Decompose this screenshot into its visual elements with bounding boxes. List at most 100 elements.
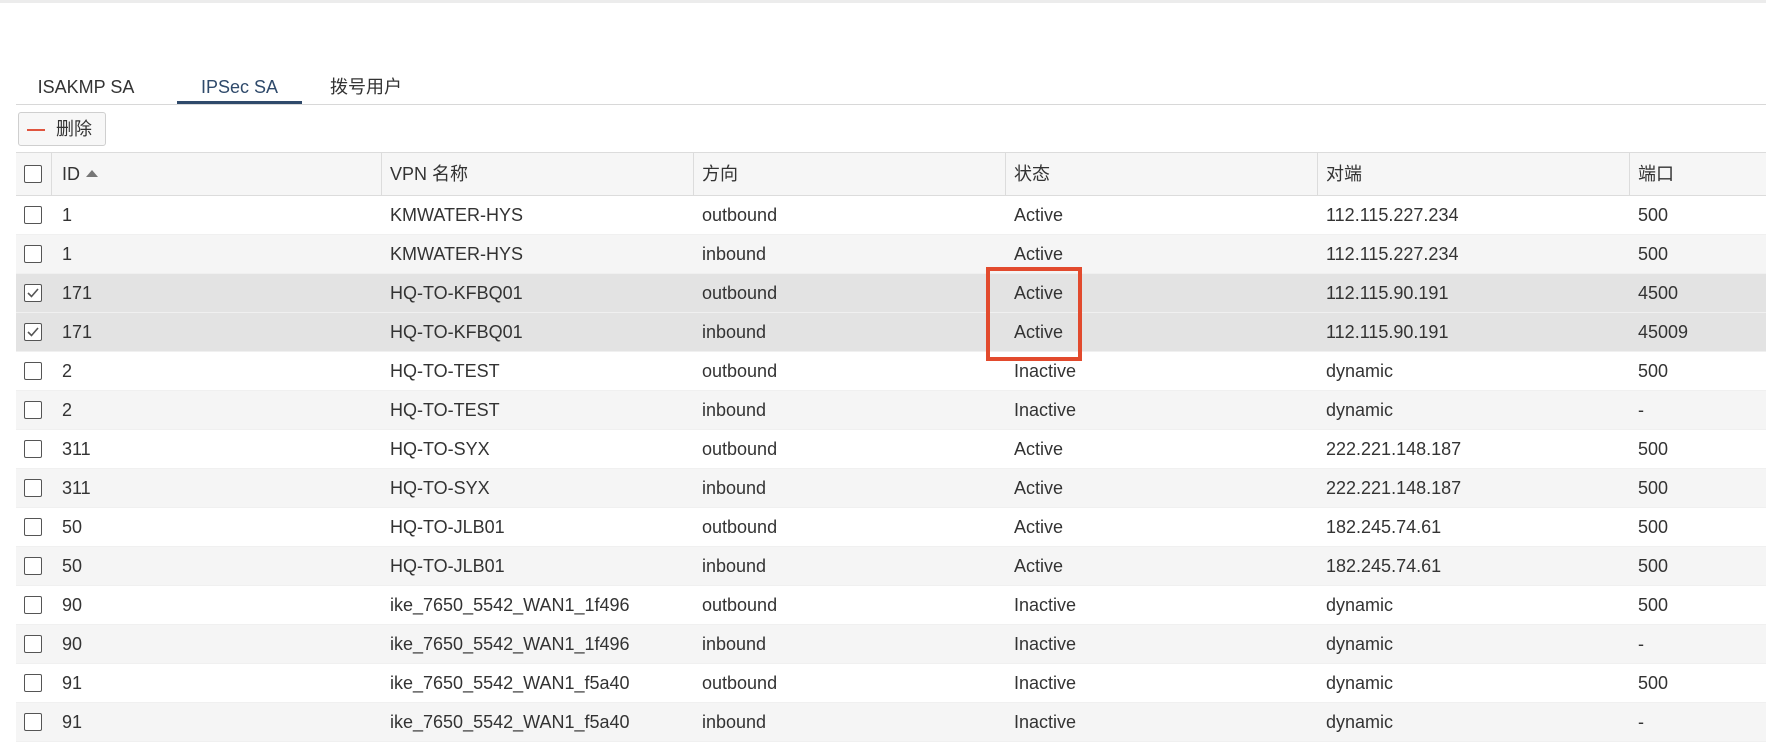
cell-direction: outbound xyxy=(702,361,778,381)
checkbox-icon[interactable] xyxy=(24,245,42,263)
cell-id: 311 xyxy=(62,478,91,498)
cell-id: 50 xyxy=(62,556,83,576)
cell-peer: 182.245.74.61 xyxy=(1326,556,1442,576)
cell-status: Inactive xyxy=(1014,361,1077,381)
cell-peer: dynamic xyxy=(1326,673,1394,693)
select-all-checkbox[interactable] xyxy=(24,165,42,183)
cell-port: 4500 xyxy=(1638,283,1679,303)
delete-button-label: 删除 xyxy=(56,119,92,139)
row-checkbox-cell xyxy=(16,547,52,585)
cell-vpn-name: HQ-TO-KFBQ01 xyxy=(390,283,523,303)
table-row[interactable]: 91 ike_7650_5542_WAN1_f5a40 outbound Inacti… xyxy=(16,664,1766,703)
cell-direction: outbound xyxy=(702,439,778,459)
row-checkbox-cell xyxy=(16,625,52,663)
checkbox-icon[interactable] xyxy=(24,713,42,731)
cell-port: - xyxy=(1638,634,1644,654)
column-header-vpn-name[interactable]: VPN 名称 xyxy=(382,153,694,195)
cell-direction: inbound xyxy=(702,556,767,576)
cell-peer: 222.221.148.187 xyxy=(1326,478,1462,498)
table-row[interactable]: 311 HQ-TO-SYX inbound Active 222.221.148.187… xyxy=(16,469,1766,508)
cell-id: 1 xyxy=(62,205,73,225)
sort-ascending-icon xyxy=(86,169,98,177)
checkbox-icon[interactable] xyxy=(24,674,42,692)
cell-port: 500 xyxy=(1638,205,1669,225)
table-row[interactable]: 171 HQ-TO-KFBQ01 outbound Active 112.115.90.… xyxy=(16,274,1766,313)
tab-bar: ISAKMP SA IPSec SA 拨号用户 xyxy=(16,70,1766,105)
cell-peer: 112.115.227.234 xyxy=(1326,244,1459,264)
cell-vpn-name: ike_7650_5542_WAN1_1f496 xyxy=(390,595,630,615)
cell-vpn-name: KMWATER-HYS xyxy=(390,244,523,264)
cell-id: 50 xyxy=(62,517,83,537)
cell-peer: 112.115.227.234 xyxy=(1326,205,1459,225)
cell-direction: outbound xyxy=(702,283,778,303)
tab-ipsec-sa[interactable]: IPSec SA xyxy=(177,70,302,104)
tab-isakmp-sa[interactable]: ISAKMP SA xyxy=(16,70,156,104)
table-row[interactable]: 1 KMWATER-HYS outbound Active 112.115.227.23… xyxy=(16,196,1766,235)
cell-vpn-name: HQ-TO-TEST xyxy=(390,361,500,381)
row-checkbox-cell xyxy=(16,235,52,273)
table-row[interactable]: 2 HQ-TO-TEST outbound Inactive dynamic 500 xyxy=(16,352,1766,391)
row-checkbox-cell xyxy=(16,664,52,702)
cell-port: 45009 xyxy=(1638,322,1689,342)
row-checkbox-cell xyxy=(16,469,52,507)
cell-peer: dynamic xyxy=(1326,595,1394,615)
row-checkbox-cell xyxy=(16,352,52,390)
table-row[interactable]: 90 ike_7650_5542_WAN1_1f496 outbound Inacti… xyxy=(16,586,1766,625)
checkbox-icon[interactable] xyxy=(24,401,42,419)
tab-dialup-users[interactable]: 拨号用户 xyxy=(316,70,416,104)
cell-vpn-name: ike_7650_5542_WAN1_f5a40 xyxy=(390,673,630,693)
checkbox-checked-icon[interactable] xyxy=(24,284,42,302)
cell-direction: outbound xyxy=(702,517,778,537)
cell-peer: 112.115.90.191 xyxy=(1326,283,1449,303)
checkbox-icon[interactable] xyxy=(24,635,42,653)
row-checkbox-cell xyxy=(16,274,52,312)
checkbox-icon[interactable] xyxy=(24,479,42,497)
column-header-direction[interactable]: 方向 xyxy=(694,153,1006,195)
table-row[interactable]: 311 HQ-TO-SYX outbound Active 222.221.148.18… xyxy=(16,430,1766,469)
table-row[interactable]: 2 HQ-TO-TEST inbound Inactive dynamic - xyxy=(16,391,1766,430)
checkbox-icon[interactable] xyxy=(24,557,42,575)
cell-id: 90 xyxy=(62,634,83,654)
cell-status: Active xyxy=(1014,205,1064,225)
cell-id: 91 xyxy=(62,712,83,732)
cell-vpn-name: HQ-TO-SYX xyxy=(390,478,490,498)
table-row[interactable]: 171 HQ-TO-KFBQ01 inbound Active 112.115.90.1… xyxy=(16,313,1766,352)
column-header-id-label: ID xyxy=(62,164,80,184)
cell-direction: outbound xyxy=(702,595,778,615)
checkbox-icon[interactable] xyxy=(24,518,42,536)
checkbox-icon[interactable] xyxy=(24,206,42,224)
cell-port: 500 xyxy=(1638,361,1669,381)
cell-status: Active xyxy=(1014,517,1064,537)
table-row[interactable]: 50 HQ-TO-JLB01 outbound Active 182.245.74.61… xyxy=(16,508,1766,547)
cell-port: 500 xyxy=(1638,517,1669,537)
cell-status: Active xyxy=(1014,322,1064,342)
cell-status: Active xyxy=(1014,556,1064,576)
cell-port: 500 xyxy=(1638,439,1669,459)
row-checkbox-cell xyxy=(16,703,52,741)
column-header-peer[interactable]: 对端 xyxy=(1318,153,1630,195)
minus-icon xyxy=(27,129,45,131)
table-row[interactable]: 90 ike_7650_5542_WAN1_1f496 inbound Inactiv… xyxy=(16,625,1766,664)
table-row[interactable]: 1 KMWATER-HYS inbound Active 112.115.227.234… xyxy=(16,235,1766,274)
cell-port: 500 xyxy=(1638,673,1669,693)
table-row[interactable]: 91 ike_7650_5542_WAN1_f5a40 inbound Inactiv… xyxy=(16,703,1766,742)
checkbox-icon[interactable] xyxy=(24,362,42,380)
header-checkbox-cell xyxy=(16,153,52,195)
checkbox-checked-icon[interactable] xyxy=(24,323,42,341)
cell-status: Active xyxy=(1014,478,1064,498)
cell-port: 500 xyxy=(1638,478,1669,498)
cell-vpn-name: HQ-TO-TEST xyxy=(390,400,500,420)
column-header-port[interactable]: 端口 xyxy=(1630,153,1766,195)
cell-peer: 222.221.148.187 xyxy=(1326,439,1462,459)
checkbox-icon[interactable] xyxy=(24,596,42,614)
checkbox-icon[interactable] xyxy=(24,440,42,458)
column-header-id[interactable]: ID xyxy=(52,153,382,195)
cell-id: 91 xyxy=(62,673,83,693)
cell-vpn-name: HQ-TO-JLB01 xyxy=(390,517,505,537)
table-row[interactable]: 50 HQ-TO-JLB01 inbound Active 182.245.74.61 5… xyxy=(16,547,1766,586)
column-header-status[interactable]: 状态 xyxy=(1006,153,1318,195)
cell-status: Inactive xyxy=(1014,595,1077,615)
row-checkbox-cell xyxy=(16,313,52,351)
delete-button[interactable]: 删除 xyxy=(18,112,106,146)
cell-status: Inactive xyxy=(1014,673,1077,693)
